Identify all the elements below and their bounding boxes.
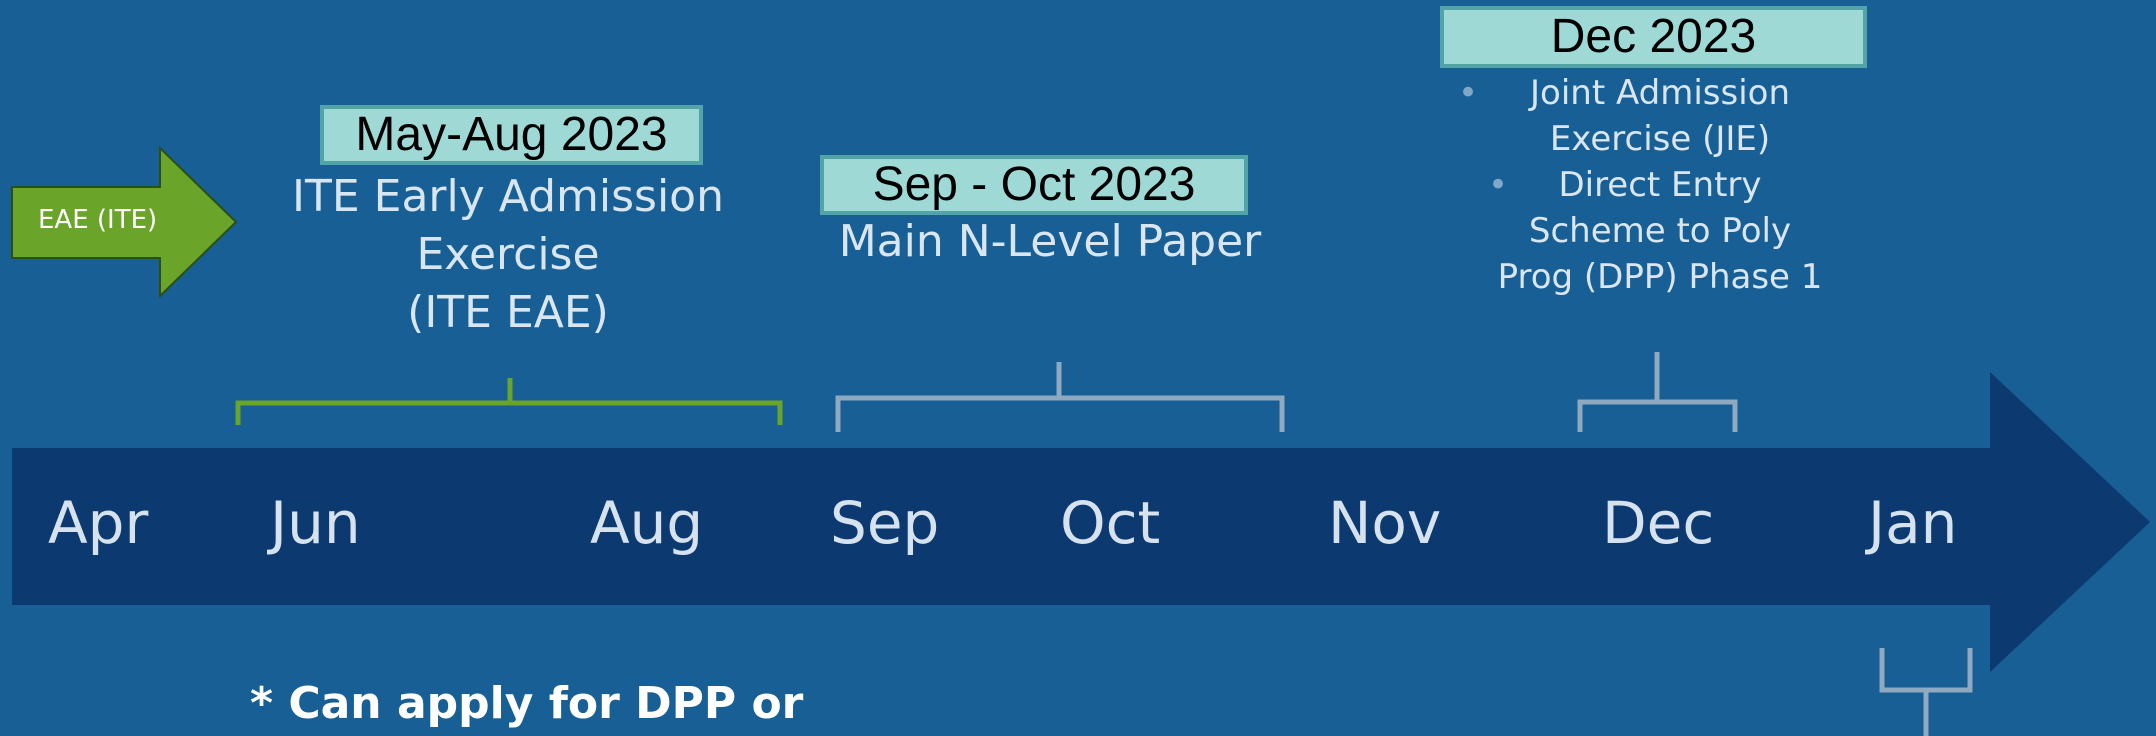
bracket-jan — [1879, 648, 1973, 736]
date-box-may-aug: May-Aug 2023 — [320, 105, 703, 165]
phase-desc-jie-dpp: • Joint Admission Exercise (JIE) • Direc… — [1440, 70, 1880, 300]
bracket-dec — [1577, 352, 1738, 432]
phase-desc-line: Exercise (JIE) — [1549, 119, 1771, 159]
month-label-sep: Sep — [830, 489, 940, 557]
phase-desc-line: Prog (DPP) Phase 1 — [1497, 257, 1823, 297]
month-label-dec: Dec — [1602, 489, 1715, 557]
month-label-oct: Oct — [1060, 489, 1161, 557]
phase-desc-line: (ITE EAE) — [407, 287, 609, 338]
bracket-sep-oct — [835, 362, 1285, 432]
month-label-apr: Apr — [48, 489, 149, 557]
date-box-sep-oct: Sep - Oct 2023 — [820, 155, 1248, 215]
phase-desc-line: • Joint Admission — [1440, 70, 1880, 116]
month-label-nov: Nov — [1328, 489, 1442, 557]
phase-desc-line: ITE Early Admission — [292, 171, 724, 222]
phase-desc-line: Main N-Level Paper — [838, 216, 1262, 267]
phase-desc-ite-eae: ITE Early Admission Exercise (ITE EAE) — [258, 168, 758, 342]
date-box-dec: Dec 2023 — [1440, 6, 1867, 68]
month-label-jun: Jun — [270, 489, 361, 557]
phase-desc-line: Scheme to Poly — [1528, 211, 1792, 251]
eae-arrow-label: EAE (ITE) — [38, 205, 158, 235]
phase-desc-line: • Direct Entry — [1440, 162, 1880, 208]
phase-desc-n-level: Main N-Level Paper — [820, 212, 1280, 272]
bracket-may-aug — [235, 378, 783, 425]
phase-desc-line: Exercise — [416, 229, 600, 280]
bullet-icon: • — [1488, 165, 1509, 205]
bullet-icon: • — [1458, 73, 1479, 113]
month-label-jan: Jan — [1868, 489, 1958, 557]
month-label-aug: Aug — [590, 489, 704, 557]
footnote-dpp: * Can apply for DPP or — [250, 678, 804, 729]
